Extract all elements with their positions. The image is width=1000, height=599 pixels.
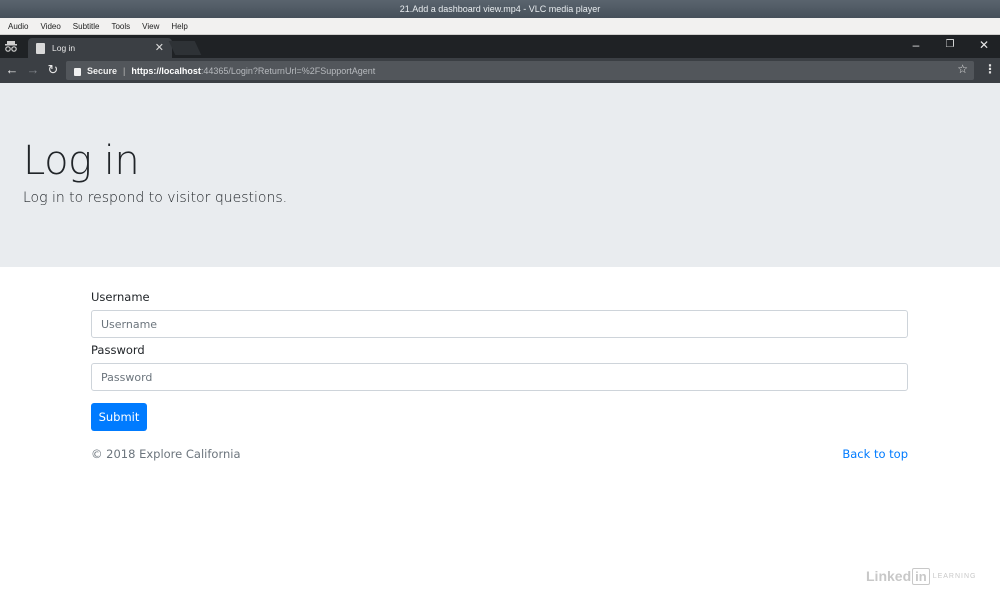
jumbotron: Log in Log in to respond to visitor ques… xyxy=(0,83,1000,267)
menu-subtitle[interactable]: Subtitle xyxy=(67,22,106,31)
url-path: :44365/Login?ReturnUrl=%2FSupportAgent xyxy=(200,65,376,76)
watermark-in: in xyxy=(912,567,930,585)
copyright: © 2018 Explore California xyxy=(91,447,241,461)
linkedin-learning-watermark: Linked in LEARNING xyxy=(866,566,976,586)
tab-log-in[interactable]: Log in ✕ xyxy=(28,38,172,58)
tab-strip: Log in ✕ xyxy=(0,35,1000,58)
password-label: Password xyxy=(91,343,145,357)
page-icon xyxy=(36,42,45,54)
menu-audio[interactable]: Audio xyxy=(2,22,34,31)
footer: © 2018 Explore California Back to top xyxy=(91,447,908,463)
page-title: Log in xyxy=(23,138,140,184)
vlc-menu-bar: Audio Video Subtitle Tools View Help xyxy=(0,18,1000,35)
browser-toolbar: ← → ↻ Secure | https://localhost :44365/… xyxy=(0,58,1000,83)
forward-icon[interactable]: → xyxy=(25,62,41,78)
menu-tools[interactable]: Tools xyxy=(105,22,136,31)
username-label: Username xyxy=(91,290,150,304)
restore-icon[interactable]: ❐ xyxy=(942,37,958,53)
url-separator: | xyxy=(123,65,126,76)
window-title: 21.Add a dashboard view.mp4 - VLC media … xyxy=(0,0,1000,18)
menu-help[interactable]: Help xyxy=(165,22,193,31)
close-window-icon[interactable]: ✕ xyxy=(976,37,992,53)
watermark-linked: Linked xyxy=(866,568,912,584)
login-form: Username Password Submit xyxy=(91,290,908,431)
address-bar[interactable]: Secure | https://localhost :44365/Login?… xyxy=(66,61,974,80)
username-input[interactable] xyxy=(91,310,908,338)
tab-title: Log in xyxy=(52,43,76,53)
menu-view[interactable]: View xyxy=(136,22,165,31)
url-host: https://localhost xyxy=(131,65,201,76)
submit-button[interactable]: Submit xyxy=(91,403,147,431)
password-input[interactable] xyxy=(91,363,908,391)
secure-label: Secure xyxy=(87,65,118,76)
lock-icon xyxy=(74,67,81,76)
back-to-top-link[interactable]: Back to top xyxy=(842,447,908,461)
page-lead: Log in to respond to visitor questions. xyxy=(23,190,288,206)
back-icon[interactable]: ← xyxy=(4,62,20,78)
new-tab-button[interactable] xyxy=(168,41,202,55)
browser-menu-icon[interactable]: ⋮ xyxy=(984,62,996,76)
menu-video[interactable]: Video xyxy=(34,22,66,31)
close-tab-icon[interactable]: ✕ xyxy=(155,41,164,54)
bookmark-star-icon[interactable]: ☆ xyxy=(957,62,968,76)
reload-icon[interactable]: ↻ xyxy=(45,62,61,78)
watermark-learning: LEARNING xyxy=(932,572,977,580)
incognito-icon xyxy=(5,41,17,52)
minimize-icon[interactable]: – xyxy=(908,37,924,53)
